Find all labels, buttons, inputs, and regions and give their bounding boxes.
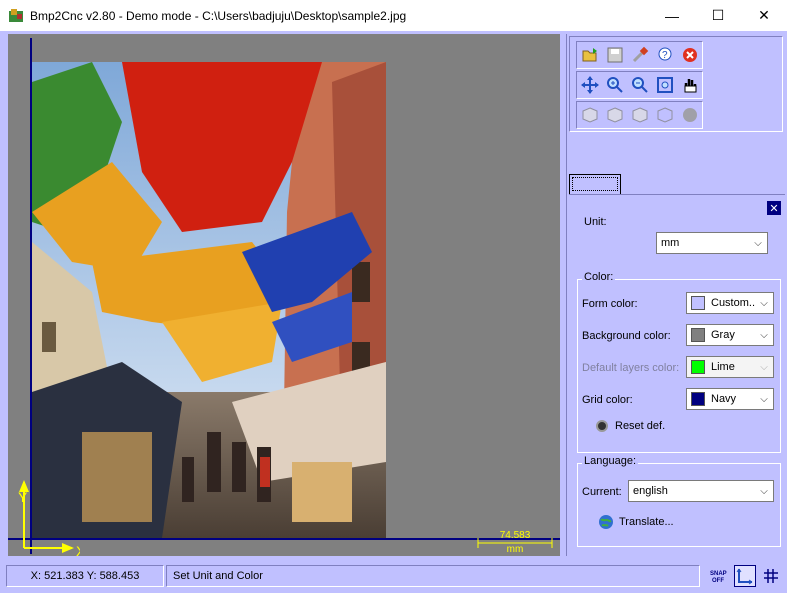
tab-focus-outline <box>572 177 618 191</box>
unit-select-value: mm <box>661 237 680 249</box>
x-axis-label: X <box>76 543 80 556</box>
cube-iso-icon[interactable] <box>654 104 675 126</box>
cube-side-icon[interactable] <box>604 104 625 126</box>
toolbox: ? <box>569 36 783 132</box>
grid-color-label: Grid color: <box>582 394 633 406</box>
form-color-swatch <box>691 296 705 310</box>
close-circle-icon[interactable] <box>679 44 700 66</box>
language-select-value: english <box>633 485 668 497</box>
reset-defaults-button[interactable]: Reset def. <box>596 420 665 432</box>
default-layers-color-value: Lime <box>711 361 735 373</box>
move-icon[interactable] <box>579 74 600 96</box>
origin-marker: Y X <box>18 480 80 556</box>
loaded-image <box>32 62 386 538</box>
svg-text:?: ? <box>662 50 668 61</box>
hand-icon[interactable] <box>679 74 700 96</box>
zoom-fit-icon[interactable] <box>654 74 675 96</box>
y-axis-label: Y <box>18 489 28 505</box>
default-layers-color-label: Default layers color: <box>582 362 680 374</box>
grid-toggle-icon[interactable] <box>760 565 782 587</box>
grid-color-value: Navy <box>711 393 737 405</box>
form-color-label: Form color: <box>582 298 638 310</box>
window-title: Bmp2Cnc v2.80 - Demo mode - C:\Users\bad… <box>30 8 407 23</box>
status-message: Set Unit and Color <box>166 565 700 587</box>
grid-color-swatch <box>691 392 705 406</box>
zoom-in-icon[interactable] <box>604 74 625 96</box>
default-layers-color-swatch <box>691 360 705 374</box>
cube-top-icon[interactable] <box>629 104 650 126</box>
svg-text:SNAP: SNAP <box>710 571 727 577</box>
chevron-down-icon: ⌵ <box>760 297 768 309</box>
help-icon[interactable]: ? <box>654 44 675 66</box>
close-button[interactable]: ✕ <box>741 0 787 31</box>
sphere-icon[interactable] <box>679 104 700 126</box>
chevron-down-icon: ⌵ <box>760 361 768 373</box>
default-layers-color-select[interactable]: Lime ⌵ <box>686 356 774 378</box>
chevron-down-icon: ⌵ <box>760 485 768 497</box>
form-color-select[interactable]: Custom... ⌵ <box>686 292 774 314</box>
unit-group: Unit: mm ⌵ <box>577 216 781 263</box>
unit-group-title: Unit: <box>582 216 609 228</box>
grid-color-select[interactable]: Navy ⌵ <box>686 388 774 410</box>
chevron-down-icon: ⌵ <box>760 393 768 405</box>
toolbar-row-view <box>576 71 703 99</box>
chevron-down-icon: ⌵ <box>760 329 768 341</box>
language-select[interactable]: english ⌵ <box>628 480 774 502</box>
current-language-label: Current: <box>582 486 622 498</box>
tools-icon[interactable] <box>629 44 650 66</box>
scale-value: 74.583 <box>499 530 531 541</box>
background-color-select[interactable]: Gray ⌵ <box>686 324 774 346</box>
reset-label: Reset def. <box>615 420 666 432</box>
axis-toggle-icon[interactable] <box>734 565 756 587</box>
open-icon[interactable] <box>579 44 600 66</box>
close-panel-icon[interactable]: ✕ <box>767 201 781 215</box>
chevron-down-icon: ⌵ <box>754 237 762 249</box>
maximize-button[interactable]: ☐ <box>695 0 741 31</box>
svg-text:OFF: OFF <box>712 578 724 584</box>
properties-panel: ✕ Unit: mm ⌵ Color: Form color: Custom..… <box>569 194 785 556</box>
scale-unit: mm <box>506 544 524 555</box>
background-color-value: Gray <box>711 329 735 341</box>
language-group-title: Language: <box>582 455 638 467</box>
drawing-canvas[interactable]: Y X 74.583 mm <box>8 34 560 556</box>
coordinates-readout: X: 521.383 Y: 588.453 <box>6 565 164 587</box>
snap-off-icon[interactable]: SNAP OFF <box>708 565 730 587</box>
unit-select[interactable]: mm ⌵ <box>656 232 768 254</box>
color-group: Color: Form color: Custom... ⌵ Backgroun… <box>577 271 781 453</box>
color-group-title: Color: <box>582 271 616 283</box>
save-icon[interactable] <box>604 44 625 66</box>
minimize-button[interactable]: — <box>649 0 695 31</box>
properties-tab[interactable] <box>569 174 621 194</box>
app-icon <box>9 8 23 22</box>
toolbar-row-3d <box>576 101 703 129</box>
globe-icon <box>599 515 613 529</box>
scale-indicator: 74.583 mm <box>474 530 556 556</box>
zoom-out-icon[interactable] <box>629 74 650 96</box>
right-panel: ? ✕ Unit: mm ⌵ Color: Form color: Custom… <box>566 34 785 556</box>
cube-front-icon[interactable] <box>579 104 600 126</box>
background-color-swatch <box>691 328 705 342</box>
toolbar-row-file: ? <box>576 41 703 69</box>
background-color-label: Background color: <box>582 330 671 342</box>
reset-icon <box>596 420 608 432</box>
title-bar: Bmp2Cnc v2.80 - Demo mode - C:\Users\bad… <box>0 0 787 31</box>
status-bar: X: 521.383 Y: 588.453 Set Unit and Color… <box>0 563 787 591</box>
form-color-value: Custom... <box>711 297 755 309</box>
translate-button[interactable]: Translate... <box>598 514 674 530</box>
language-group: Language: Current: english ⌵ Translate..… <box>577 455 781 547</box>
translate-label: Translate... <box>619 516 674 528</box>
